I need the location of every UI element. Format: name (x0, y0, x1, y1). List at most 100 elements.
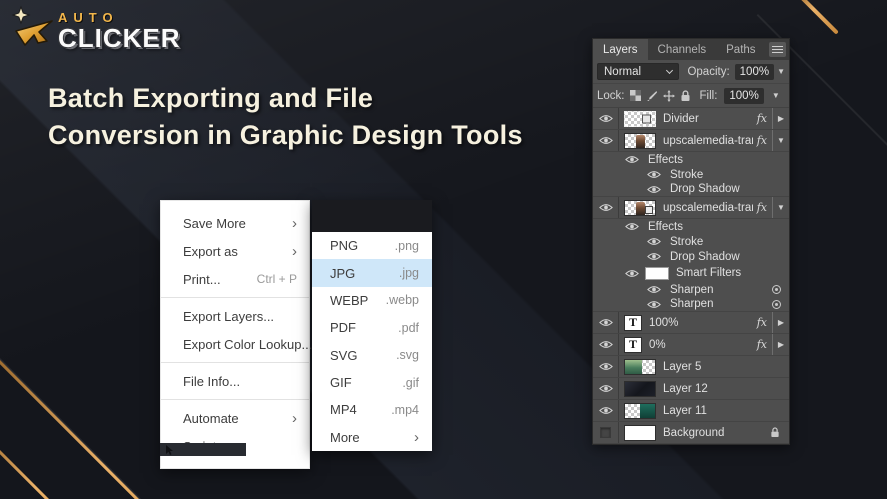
lock-pixels-brush-icon[interactable] (646, 90, 658, 102)
visibility-empty-box[interactable] (600, 427, 611, 438)
menu-item-print[interactable]: Print... Ctrl + P (161, 265, 309, 293)
menu-separator (161, 297, 309, 298)
layer-row-layer-5[interactable]: Layer 5 (593, 356, 789, 378)
layer-thumbnail (624, 199, 656, 216)
file-menu: Save More › Export as › Print... Ctrl + P Expo… (160, 200, 312, 469)
layer-row-background[interactable]: Background (593, 422, 789, 444)
layer-row-upscalemedia-transformed[interactable]: upscalemedia-transformedfx ▼ (593, 197, 789, 219)
filter-options-icon[interactable] (772, 299, 781, 309)
opacity-value[interactable]: 100% (734, 63, 775, 80)
filter-options-icon[interactable] (772, 285, 781, 294)
visibility-toggle[interactable] (623, 155, 641, 164)
eye-icon (598, 385, 613, 392)
lock-position-move-icon[interactable] (662, 89, 675, 102)
layer-thumbnail: T (624, 314, 642, 331)
visibility-toggle[interactable] (623, 269, 641, 278)
layer-row-stroke[interactable]: Stroke (593, 234, 789, 249)
format-item-png[interactable]: PNG .png (312, 232, 432, 259)
visibility-toggle[interactable] (593, 197, 619, 218)
submenu-arrow-icon: › (292, 409, 297, 427)
visibility-toggle[interactable] (645, 185, 663, 194)
visibility-toggle[interactable] (593, 356, 619, 377)
logo-word-clicker: CLICKER (58, 23, 181, 53)
format-label: More (330, 429, 360, 445)
visibility-toggle[interactable] (593, 422, 619, 443)
eye-icon (598, 341, 613, 348)
layer-thumbnail (624, 110, 656, 127)
visibility-toggle[interactable] (645, 252, 663, 261)
layer-row-layer-12[interactable]: Layer 12 (593, 378, 789, 400)
panel-menu-icon[interactable] (769, 42, 786, 57)
menu-item-save-more[interactable]: Save More › (161, 209, 309, 237)
thumbnail-figure (636, 134, 645, 148)
lock-transparency-checkerboard-icon[interactable] (629, 90, 641, 101)
eye-icon (625, 156, 639, 163)
layer-name: Layer 5 (663, 360, 702, 373)
menu-item-export-layers[interactable]: Export Layers... (161, 302, 309, 330)
lock-label: Lock: (597, 89, 625, 102)
fill-dropdown-icon[interactable]: ▼ (772, 91, 780, 100)
visibility-toggle[interactable] (593, 108, 619, 129)
layer-row-100[interactable]: T 100% fx ▶ (593, 312, 789, 334)
expand-triangle[interactable]: ▶ (772, 108, 789, 129)
visibility-toggle[interactable] (645, 170, 663, 179)
menu-item-file-info[interactable]: File Info... (161, 367, 309, 395)
eye-icon (598, 319, 613, 326)
visibility-toggle[interactable] (593, 400, 619, 421)
format-label: SVG (330, 347, 358, 363)
visibility-toggle[interactable] (593, 378, 619, 399)
layer-row-stroke[interactable]: Stroke (593, 167, 789, 182)
tab-channels[interactable]: Channels (648, 39, 717, 60)
layer-row-smart-filters[interactable]: Smart Filters (593, 264, 789, 282)
layer-row-divider[interactable]: Divider fx ▶ (593, 108, 789, 130)
format-item-pdf[interactable]: PDF .pdf (312, 314, 432, 341)
lock-all-padlock-icon[interactable] (680, 89, 691, 102)
tab-layers[interactable]: Layers (593, 39, 648, 60)
menu-item-export-as[interactable]: Export as › (161, 237, 309, 265)
layer-row-0[interactable]: T 0% fx ▶ (593, 334, 789, 356)
visibility-toggle[interactable] (593, 130, 619, 151)
layer-row-sharpen[interactable]: Sharpen (593, 297, 789, 312)
tab-paths[interactable]: Paths (716, 39, 765, 60)
layer-name: Layer 11 (663, 404, 707, 417)
layer-name: Smart Filters (676, 267, 742, 279)
fx-badge: fx (756, 201, 767, 214)
menu-item-automate[interactable]: Automate › (161, 404, 309, 432)
opacity-dropdown-icon[interactable]: ▼ (777, 67, 785, 76)
layer-row-drop-shadow[interactable]: Drop Shadow (593, 182, 789, 197)
format-item-mp4[interactable]: MP4 .mp4 (312, 396, 432, 423)
format-label: MP4 (330, 402, 357, 418)
visibility-toggle[interactable] (623, 222, 641, 231)
layer-row-sharpen[interactable]: Sharpen (593, 282, 789, 297)
visibility-toggle[interactable] (593, 334, 619, 355)
format-item-webp[interactable]: WEBP .webp (312, 287, 432, 314)
visibility-toggle[interactable] (593, 312, 619, 333)
submenu-dark-header (312, 200, 432, 232)
layer-name: upscalemedia-transformed (663, 201, 753, 214)
eye-icon (647, 185, 661, 193)
title-line-1: Batch Exporting and File (48, 83, 374, 113)
format-item-gif[interactable]: GIF .gif (312, 369, 432, 396)
layer-row-upscalemedia-transformed[interactable]: upscalemedia-transformedfx ▼ (593, 130, 789, 152)
layer-row-drop-shadow[interactable]: Drop Shadow (593, 249, 789, 264)
submenu-arrow-icon: › (292, 242, 297, 260)
expand-triangle[interactable]: ▼ (772, 197, 789, 218)
expand-triangle[interactable]: ▶ (772, 334, 789, 355)
fill-value[interactable]: 100% (724, 87, 764, 104)
format-item-svg[interactable]: SVG .svg (312, 342, 432, 369)
layer-name: Stroke (670, 235, 704, 248)
expand-triangle[interactable]: ▼ (772, 130, 789, 151)
visibility-toggle[interactable] (645, 285, 663, 294)
eye-icon (647, 171, 661, 178)
visibility-toggle[interactable] (645, 300, 663, 309)
layer-row-effects[interactable]: Effects (593, 152, 789, 167)
blend-mode-select[interactable]: Normal (597, 63, 680, 80)
layer-row-effects[interactable]: Effects (593, 219, 789, 234)
format-item-more[interactable]: More › (312, 424, 432, 451)
menu-item-label: File Info... (183, 373, 241, 389)
format-item-jpg[interactable]: JPG .jpg (312, 259, 432, 287)
menu-item-export-color-lookup[interactable]: Export Color Lookup... (161, 330, 312, 358)
expand-triangle[interactable]: ▶ (772, 312, 789, 333)
layer-row-layer-11[interactable]: Layer 11 (593, 400, 789, 422)
visibility-toggle[interactable] (645, 237, 663, 246)
